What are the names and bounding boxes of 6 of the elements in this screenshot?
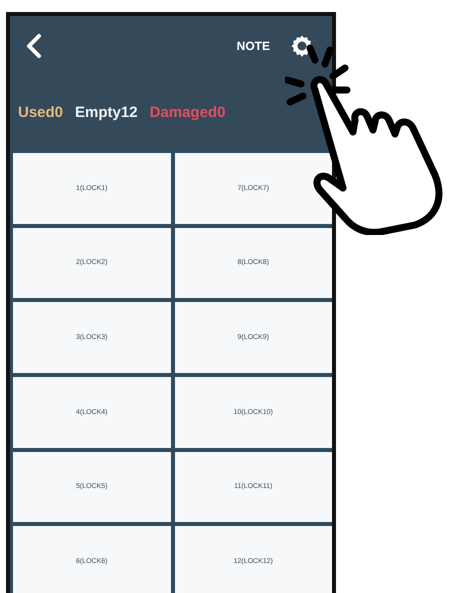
count-label: Empty12 <box>75 104 138 121</box>
back-icon[interactable] <box>26 33 42 59</box>
settings-icon[interactable] <box>290 34 314 58</box>
note-button[interactable]: NOTE <box>236 39 270 53</box>
count-label: Used0 <box>18 104 64 121</box>
count-label: Damaged0 <box>150 104 226 121</box>
